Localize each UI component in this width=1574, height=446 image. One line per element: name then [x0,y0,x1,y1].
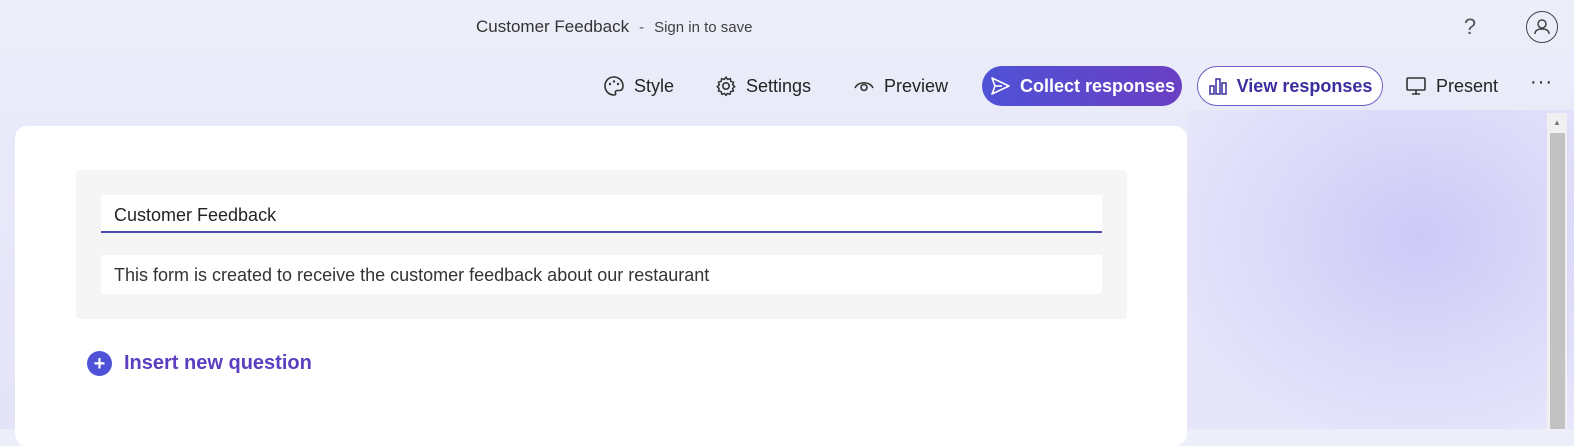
present-label: Present [1436,75,1499,96]
settings-label: Settings [746,75,812,96]
scrollbar-thumb[interactable] [1550,133,1565,429]
form-description-input[interactable]: This form is created to receive the cust… [101,255,1102,294]
preview-button[interactable]: Preview [853,66,948,106]
form-title-input[interactable]: Customer Feedback [101,195,1102,233]
help-icon: ? [1463,14,1477,39]
view-responses-label: View responses [1236,75,1373,96]
title-separator: - [639,19,645,36]
person-icon [1534,19,1550,35]
monitor-icon [1406,77,1426,95]
view-responses-button[interactable]: View responses [1197,66,1383,106]
palette-icon [604,76,624,96]
bar-chart-icon [1208,78,1227,95]
settings-button[interactable]: Settings [715,66,811,106]
vertical-scrollbar[interactable]: ▲ [1547,113,1567,429]
help-button[interactable]: ? [1458,14,1482,42]
more-icon: ··· [1530,70,1553,93]
form-title-bar: Customer Feedback - Sign in to save [476,17,752,37]
plus-circle-icon: + [87,351,112,376]
send-icon [991,77,1010,95]
account-avatar[interactable] [1526,11,1558,43]
insert-new-question-button[interactable]: + Insert new question [87,351,312,376]
form-canvas: Customer Feedback This form is created t… [15,126,1187,446]
form-title: Customer Feedback [476,17,630,36]
eye-icon [854,81,874,92]
scroll-up-arrow-icon[interactable]: ▲ [1547,113,1567,131]
toolbar: Style Settings Preview Collect responses… [0,66,1574,106]
preview-label: Preview [884,75,949,96]
collect-responses-button[interactable]: Collect responses [982,66,1182,106]
insert-new-question-label: Insert new question [124,352,312,374]
style-label: Style [634,75,675,96]
present-button[interactable]: Present [1405,66,1498,106]
collect-responses-label: Collect responses [1019,75,1176,96]
style-button[interactable]: Style [603,66,674,106]
sign-in-link[interactable]: Sign in to save [654,19,752,36]
gear-icon [716,76,736,97]
more-options-button[interactable]: ··· [1530,62,1553,102]
background-glow [1188,110,1574,429]
form-header-block: Customer Feedback This form is created t… [76,170,1127,319]
